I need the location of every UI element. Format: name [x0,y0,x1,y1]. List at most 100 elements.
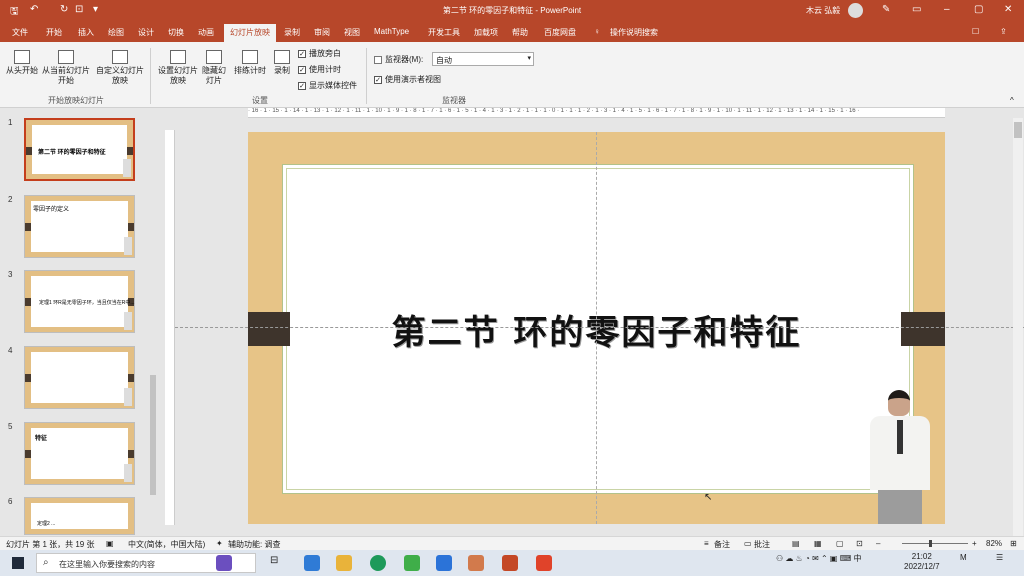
thumbnail-text: 定理1 环R是无零因子环，当且仅当在R中... [39,300,135,306]
thumbnail-scrollbar[interactable] [149,120,157,530]
thumbnail-number: 4 [8,346,13,355]
app-icon-blue[interactable] [436,555,452,571]
check-icon: ✓ [298,81,306,90]
stopwatch-icon [242,50,258,64]
comments-icon[interactable]: ☐ [972,27,979,36]
presenter-thumbnail [123,159,131,177]
tab-draw[interactable]: 绘图 [108,27,124,38]
thumbnail-number: 3 [8,270,13,279]
tab-help[interactable]: 帮助 [512,27,528,38]
thumbnail-number: 1 [8,118,13,127]
windows-start-icon[interactable] [12,557,24,569]
play-narrations-checkbox[interactable]: ✓ 播放旁白 [298,48,341,59]
tray-icon-mi[interactable]: M [960,553,967,562]
task-view-icon[interactable]: ⊟ [270,555,286,571]
edge-browser-icon[interactable] [370,555,386,571]
pen-icon[interactable]: ✎ [882,4,890,15]
taskbar-clock[interactable]: 21:02 2022/12/7 [904,552,940,572]
slide-thumbnail-3[interactable]: 定理1 环R是无零因子环，当且仅当在R中... [24,270,135,333]
normal-view-icon[interactable]: ▤ [792,539,800,548]
tab-slideshow[interactable]: 幻灯片放映 [224,24,276,42]
record-icon [274,50,290,64]
show-media-controls-checkbox[interactable]: ✓ 显示媒体控件 [298,80,357,91]
powerpoint-icon[interactable] [502,555,518,571]
notification-icon[interactable]: ☰ [996,553,1003,562]
file-explorer-icon[interactable] [336,555,352,571]
hide-slide-button[interactable]: 隐藏幻灯片 [200,50,228,86]
close-icon[interactable]: ✕ [1004,4,1012,15]
slide-thumbnail-4[interactable] [24,346,135,409]
presenter-thumbnail [124,464,132,482]
slide-thumbnail-5[interactable]: 特征 [24,422,135,485]
notes-button[interactable]: 备注 [714,539,730,550]
zoom-out-icon[interactable]: – [876,539,880,548]
collapse-ribbon-icon[interactable]: ^ [1010,96,1014,105]
user-name[interactable]: 木云 弘毅 [806,5,840,16]
zoom-slider-knob[interactable] [929,540,932,547]
tab-mathtype[interactable]: MathType [374,27,409,36]
spellcheck-icon[interactable]: ▣ [106,539,114,548]
tab-animations[interactable]: 动画 [198,27,214,38]
mail-icon[interactable] [304,555,320,571]
tab-record[interactable]: 录制 [284,27,300,38]
tab-addins[interactable]: 加载项 [474,27,498,38]
slide-sorter-icon[interactable]: ▦ [814,539,822,548]
lightbulb-icon: ♀ [594,27,600,36]
zoom-level[interactable]: 82% [986,539,1002,548]
presenter-video[interactable] [864,390,936,524]
editor-scrollbar[interactable] [1013,118,1023,536]
thumbnail-tab [128,223,134,231]
thumbnail-tab [128,374,134,382]
from-beginning-button[interactable]: 从头开始 [6,50,38,76]
record-button[interactable]: 录制 [270,50,294,76]
ribbon-display-icon[interactable]: ▭ [912,4,921,15]
scrollbar-thumb[interactable] [1014,122,1022,138]
accessibility-status[interactable]: 辅助功能: 调查 [228,539,280,550]
app-icon-orange[interactable] [468,555,484,571]
monitor-select[interactable]: 自动 ▾ [432,52,534,66]
thumbnail-paper [31,352,128,403]
app-icon-red[interactable] [536,555,552,571]
avatar[interactable] [848,3,863,18]
reading-view-icon[interactable]: ▢ [836,539,844,548]
app-icon-green[interactable] [404,555,420,571]
tab-developer[interactable]: 开发工具 [428,27,460,38]
windows-taskbar: ⌕ 在这里输入你要搜索的内容 ⊟ ⚇ ☁ ♨ ◔ ✉ ⌃ ▣ ⌨ 中 21:02… [0,550,1024,576]
presenter-view-checkbox[interactable]: ✓ 使用演示者视图 [374,74,441,85]
slideshow-view-icon[interactable]: ⊡ [856,539,863,548]
tab-review[interactable]: 审阅 [314,27,330,38]
app-icon-media[interactable] [216,555,232,571]
tab-view[interactable]: 视图 [344,27,360,38]
share-icon[interactable]: ⇪ [1000,27,1007,36]
custom-slideshow-button[interactable]: 自定义幻灯片放映 [96,50,144,86]
tell-me-search[interactable]: 操作说明搜索 [610,27,658,38]
setup-slideshow-button[interactable]: 设置幻灯片放映 [158,50,198,86]
zoom-in-icon[interactable]: + [972,539,977,548]
horizontal-guide[interactable] [175,327,1024,328]
language-indicator[interactable]: 中文(简体，中国大陆) [128,539,205,550]
fit-slide-icon[interactable]: ⊞ [1010,539,1017,548]
from-current-button[interactable]: 从当前幻灯片开始 [42,50,90,86]
comments-button[interactable]: 批注 [754,539,770,550]
tab-insert[interactable]: 插入 [78,27,94,38]
tab-design[interactable]: 设计 [138,27,154,38]
rehearse-timings-button[interactable]: 排练计时 [232,50,268,76]
vertical-guide[interactable] [596,132,597,524]
accessibility-icon: ✦ [216,539,223,548]
tray-icons[interactable]: ⚇ ☁ ♨ ◔ ✉ ⌃ ▣ ⌨ 中 [776,553,861,564]
slide-thumbnail-1[interactable]: 第二节 环的零因子和特征 [24,118,135,181]
tab-transitions[interactable]: 切换 [168,27,184,38]
tab-file[interactable]: 文件 [12,27,28,38]
maximize-icon[interactable]: ▢ [974,4,983,15]
tab-baidu-netdisk[interactable]: 百度网盘 [544,27,576,38]
presenter-thumbnail [124,388,132,406]
minimize-icon[interactable]: – [944,4,950,15]
use-timings-checkbox[interactable]: ✓ 使用计时 [298,64,341,75]
zoom-slider[interactable] [902,540,968,547]
tab-home[interactable]: 开始 [46,27,62,38]
slide-thumbnail-6[interactable]: 定理2 ... [24,497,135,535]
slide-counter: 幻灯片 第 1 张，共 19 张 [6,540,95,549]
thumbnail-tab [25,374,31,382]
scrollbar-thumb[interactable] [150,375,156,495]
slide-thumbnail-2[interactable]: 零因子的定义 [24,195,135,258]
